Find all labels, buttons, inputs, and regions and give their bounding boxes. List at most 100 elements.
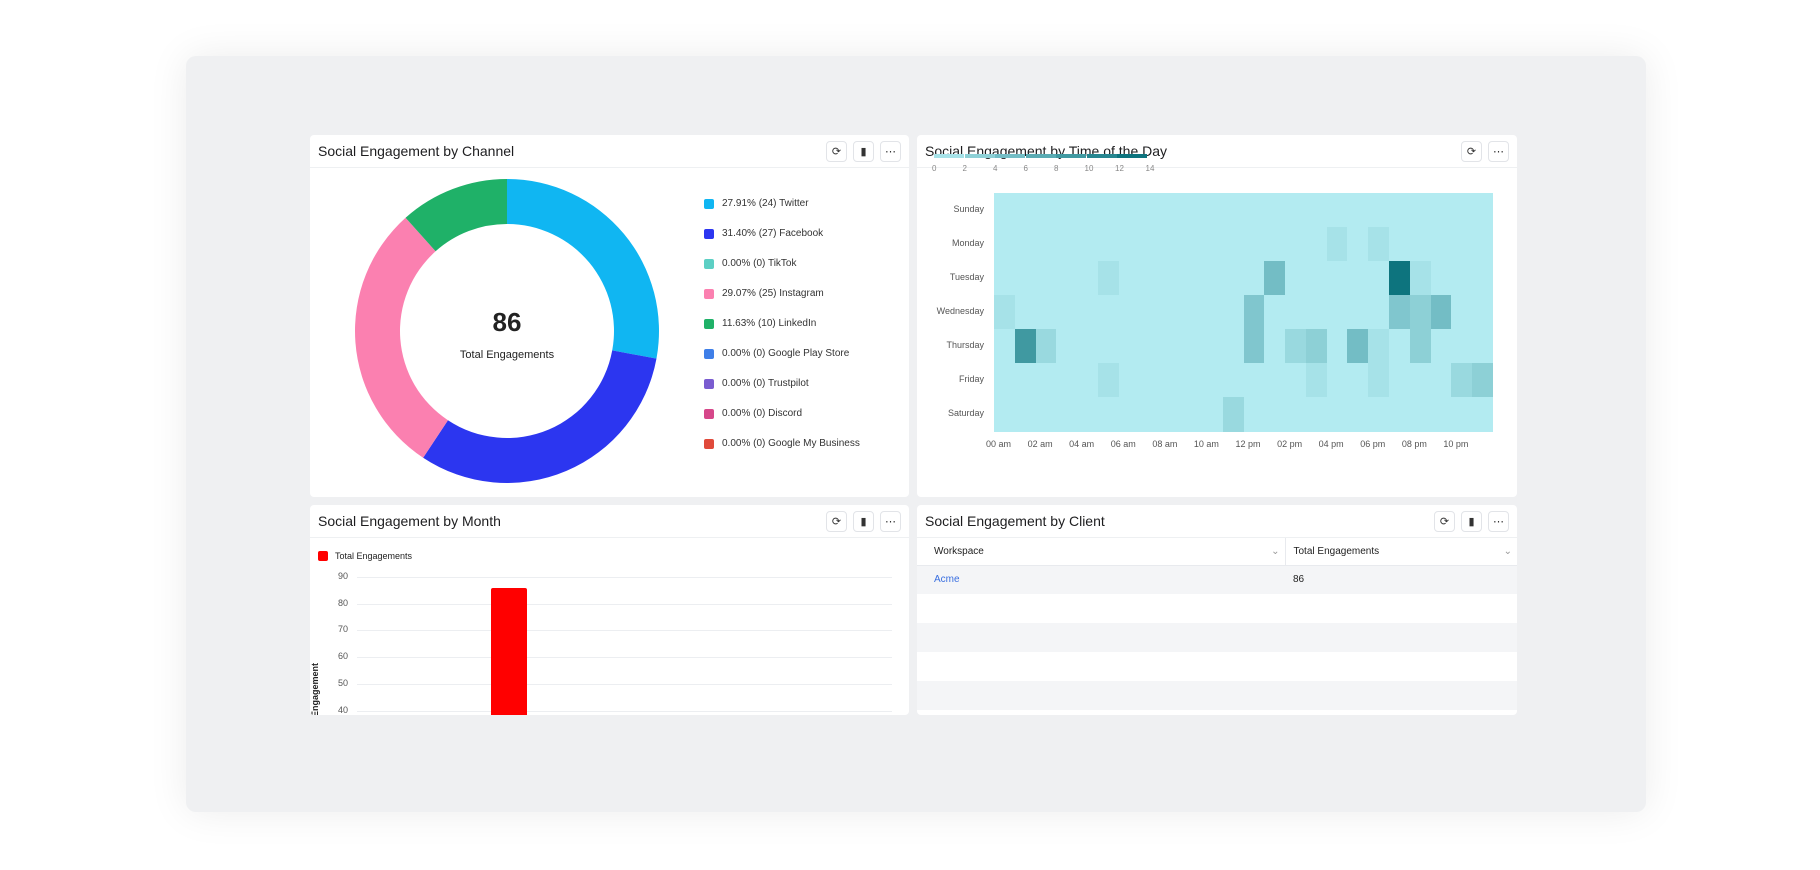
heat-cell[interactable] [1430,329,1452,364]
heat-cell[interactable] [1451,261,1473,296]
heat-cell[interactable] [1285,193,1307,228]
heat-cell[interactable] [1347,397,1369,432]
heat-cell[interactable] [1389,227,1411,262]
heat-cell[interactable] [1243,193,1265,228]
heat-cell[interactable] [1056,193,1078,228]
heat-cell[interactable] [1326,329,1348,364]
heat-cell[interactable] [1368,329,1390,364]
legend-item[interactable]: 0.00% (0) TikTok [704,258,796,269]
heat-cell[interactable] [1368,363,1390,398]
heat-cell[interactable] [1451,193,1473,228]
legend-item[interactable]: 0.00% (0) Google Play Store [704,348,849,359]
heat-cell[interactable] [1305,397,1328,432]
heat-cell[interactable] [1326,227,1348,262]
heat-cell[interactable] [1326,295,1348,330]
heat-cell[interactable] [1409,193,1432,228]
heat-cell[interactable] [1326,193,1348,228]
heat-cell[interactable] [1056,363,1078,398]
heat-cell[interactable] [1389,295,1411,330]
heat-cell[interactable] [1264,295,1286,330]
heat-cell[interactable] [1077,363,1099,398]
heat-cell[interactable] [1201,295,1224,330]
more-button[interactable]: ⋯ [1488,140,1509,162]
heat-cell[interactable] [1389,193,1411,228]
heat-cell[interactable] [1409,329,1432,364]
heat-cell[interactable] [994,193,1016,228]
heat-cell[interactable] [1305,261,1328,296]
heat-cell[interactable] [1430,295,1452,330]
heat-cell[interactable] [1097,227,1120,262]
heat-cell[interactable] [1222,295,1244,330]
heat-cell[interactable] [1201,329,1224,364]
chart-type-button[interactable]: ▮ [1461,510,1482,532]
heat-cell[interactable] [1264,227,1286,262]
heat-cell[interactable] [1139,261,1161,296]
heat-cell[interactable] [1285,363,1307,398]
heat-cell[interactable] [1451,295,1473,330]
heat-cell[interactable] [1035,363,1057,398]
heat-cell[interactable] [1409,363,1432,398]
heat-cell[interactable] [1347,329,1369,364]
heat-cell[interactable] [1160,227,1182,262]
heat-cell[interactable] [1305,363,1328,398]
heat-cell[interactable] [1285,227,1307,262]
heat-cell[interactable] [1014,363,1037,398]
heat-cell[interactable] [1097,397,1120,432]
heat-cell[interactable] [1243,295,1265,330]
heat-cell[interactable] [1451,397,1473,432]
heat-cell[interactable] [1285,295,1307,330]
heat-cell[interactable] [1077,329,1099,364]
heat-cell[interactable] [1201,227,1224,262]
heat-cell[interactable] [1222,329,1244,364]
heat-cell[interactable] [1243,227,1265,262]
heat-cell[interactable] [1035,329,1057,364]
heat-cell[interactable] [1201,397,1224,432]
heat-cell[interactable] [1014,261,1037,296]
workspace-link[interactable]: Acme [917,565,1285,594]
heat-cell[interactable] [1389,329,1411,364]
heat-cell[interactable] [1118,329,1141,364]
heat-cell[interactable] [1181,261,1203,296]
heat-cell[interactable] [1472,295,1494,330]
heat-cell[interactable] [1181,329,1203,364]
heat-cell[interactable] [1139,227,1161,262]
heat-cell[interactable] [1077,193,1099,228]
heat-cell[interactable] [1181,295,1203,330]
heat-cell[interactable] [1389,397,1411,432]
heat-cell[interactable] [1056,397,1078,432]
heat-cell[interactable] [1368,295,1390,330]
refresh-button[interactable]: ⟳ [1461,140,1482,162]
heat-cell[interactable] [1472,193,1494,228]
heat-cell[interactable] [1347,193,1369,228]
heat-cell[interactable] [1035,397,1057,432]
heat-cell[interactable] [1326,363,1348,398]
heat-cell[interactable] [1181,227,1203,262]
heat-cell[interactable] [1014,329,1037,364]
legend-item[interactable]: 31.40% (27) Facebook [704,228,823,239]
heat-cell[interactable] [1264,397,1286,432]
heat-cell[interactable] [1430,397,1452,432]
heat-cell[interactable] [1139,193,1161,228]
heat-cell[interactable] [1243,363,1265,398]
heat-cell[interactable] [1264,363,1286,398]
heat-cell[interactable] [1097,261,1120,296]
heat-cell[interactable] [1097,363,1120,398]
heat-cell[interactable] [1014,227,1037,262]
heat-cell[interactable] [1368,227,1390,262]
heat-cell[interactable] [1139,397,1161,432]
heat-cell[interactable] [1181,193,1203,228]
heat-cell[interactable] [1243,329,1265,364]
chevron-down-icon[interactable]: ⌄ [1504,546,1512,557]
heat-cell[interactable] [994,227,1016,262]
heat-cell[interactable] [1451,363,1473,398]
heat-cell[interactable] [1347,363,1369,398]
heat-cell[interactable] [1056,329,1078,364]
heat-cell[interactable] [994,363,1016,398]
heat-cell[interactable] [1409,261,1432,296]
refresh-button[interactable]: ⟳ [826,510,847,532]
slice-facebook[interactable] [423,350,657,483]
heat-cell[interactable] [994,295,1016,330]
heat-cell[interactable] [1181,397,1203,432]
heat-cell[interactable] [1035,295,1057,330]
heat-cell[interactable] [1409,227,1432,262]
